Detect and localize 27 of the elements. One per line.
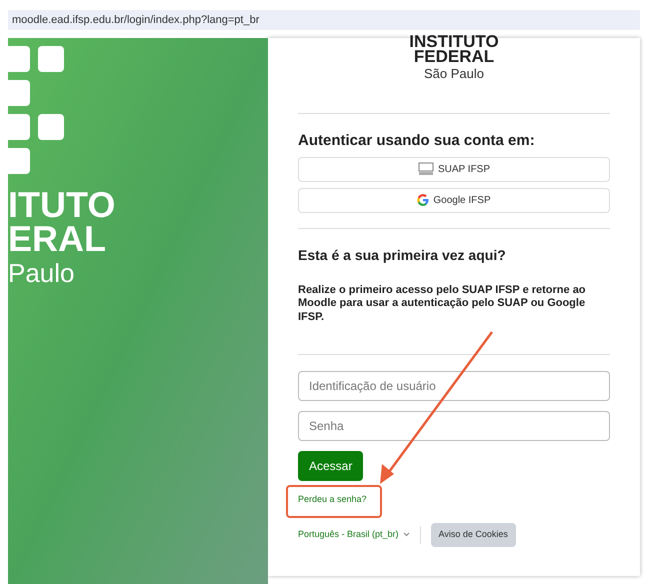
logo-square-icon: [8, 80, 30, 106]
first-time-heading: Esta é a sua primeira vez aqui?: [298, 246, 507, 265]
username-field[interactable]: Identificação de usuário: [298, 371, 610, 401]
institute-logo-text: FEDERAL: [414, 49, 494, 64]
language-selector[interactable]: Português - Brasil (pt_br): [298, 528, 410, 542]
forgot-password-link[interactable]: Perdeu a senha?: [298, 493, 367, 506]
cookie-notice-button[interactable]: Aviso de Cookies: [430, 522, 516, 546]
address-bar[interactable]: moodle.ead.ifsp.edu.br/login/index.php?lang=pt_br: [8, 10, 640, 30]
logo-square-icon: [8, 114, 30, 140]
banner-subtitle: Paulo: [8, 257, 76, 290]
logo-square-icon: [8, 46, 30, 72]
password-field[interactable]: Senha: [298, 411, 610, 441]
banner-title: ITUTO: [8, 188, 116, 222]
logo-square-icon: [8, 148, 30, 174]
login-button[interactable]: Acessar: [298, 451, 364, 481]
auth-heading: Autenticar usando sua conta em:: [298, 131, 536, 151]
first-time-text: Realize o primeiro acesso pelo SUAP IFSP e retorne ao Moodle para usar a autenticação pelo SUAP ou Google IFSP.: [298, 284, 587, 324]
login-provider-button[interactable]: SUAP IFSP: [298, 156, 610, 182]
logo-square-icon: [38, 114, 64, 140]
logo-square-icon: [38, 46, 64, 72]
banner-title: ERAL: [8, 222, 107, 256]
google-logo-icon: [417, 194, 430, 206]
suap-logo-icon: [418, 162, 434, 176]
chevron-down-icon: [402, 532, 410, 537]
institute-logo-text: INSTITUTO: [409, 34, 499, 49]
login-provider-button[interactable]: Google IFSP: [298, 188, 610, 212]
institute-logo-subtitle: São Paulo: [424, 66, 484, 81]
